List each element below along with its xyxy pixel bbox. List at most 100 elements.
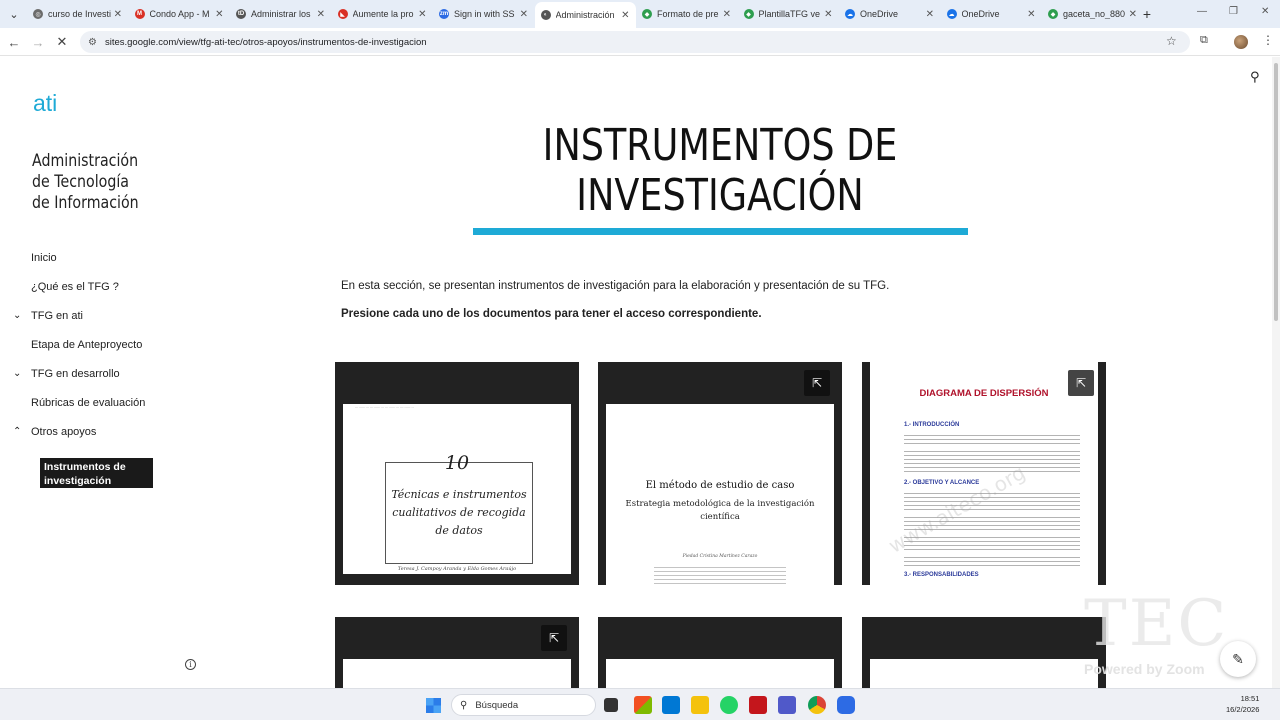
browser-tab[interactable]: ◆ gaceta_no_880 ✕ (1042, 3, 1143, 25)
browser-tab[interactable]: ◆ Formato de pre ✕ (636, 3, 737, 25)
browser-tab[interactable]: M Condo App - M ✕ (129, 3, 230, 25)
tec-watermark: TEC (1084, 587, 1229, 661)
close-tab-icon[interactable]: ✕ (418, 9, 426, 20)
taskbar-search[interactable]: ⚲ Búsqueda (451, 694, 596, 716)
tab-title: OneDrive (860, 9, 899, 19)
new-tab-button[interactable]: + (1137, 4, 1157, 24)
browser-tab[interactable]: ◆ PlantillaTFG ve ✕ (738, 3, 839, 25)
menu-kebab-icon[interactable]: ⋮ (1262, 33, 1274, 47)
document-author: Piedad Cristina Martínez Carazo (682, 554, 758, 559)
extensions-icon[interactable]: ⧉ (1200, 34, 1208, 47)
bookmark-star-icon[interactable]: ☆ (1166, 34, 1177, 48)
tab-title: PlantillaTFG ve (758, 9, 821, 19)
scrollbar-thumb[interactable] (1274, 63, 1278, 321)
clock-time: 18:51 (1240, 694, 1260, 703)
close-tab-icon[interactable]: ✕ (114, 9, 122, 20)
nav-item-rubricas[interactable]: Rúbricas de evaluación (31, 397, 145, 409)
tab-title: Formato de pre (657, 9, 719, 19)
close-tab-icon[interactable]: ✕ (723, 9, 731, 20)
nav-item-instrumentos-active[interactable]: Instrumentos de investigación (40, 458, 153, 488)
teams-icon[interactable] (778, 696, 796, 714)
minimize-icon[interactable]: — (1197, 6, 1207, 17)
nav-item-anteproyecto[interactable]: Etapa de Anteproyecto (31, 339, 142, 351)
zoom-watermark: Powered by Zoom (1084, 661, 1205, 677)
whatsapp-icon[interactable] (720, 696, 738, 714)
outlook-icon[interactable] (662, 696, 680, 714)
close-tab-icon[interactable]: ✕ (520, 9, 528, 20)
page-title: INSTRUMENTOS DE INVESTIGACIÓN (542, 120, 898, 221)
open-in-new-icon[interactable]: ⇱ (541, 625, 567, 651)
file-explorer-icon[interactable] (691, 696, 709, 714)
document-subtitle: Estrategia metodológica de la investigac… (625, 499, 815, 522)
document-card-tecnicas[interactable]: ………… ………… ………… ………… 10 Técnicas e instru… (335, 362, 579, 585)
info-icon[interactable]: i (185, 659, 196, 670)
browser-tab[interactable]: zm Sign in with SS ✕ (433, 3, 534, 25)
tab-title: OneDrive (961, 9, 1000, 19)
task-view-icon[interactable] (604, 698, 618, 712)
document-title: DIAGRAMA DE DISPERSIÓN (919, 388, 1049, 399)
restore-icon[interactable]: ❐ (1229, 6, 1238, 17)
acrobat-icon[interactable] (749, 696, 767, 714)
site-logo[interactable]: ati (33, 90, 57, 117)
chevron-down-icon[interactable]: ⌄ (13, 310, 21, 321)
document-card-row2-2[interactable] (598, 617, 842, 688)
forward-icon[interactable]: → (29, 33, 47, 51)
windows-start-icon[interactable] (426, 698, 441, 713)
system-clock[interactable]: 18:51 16/2/2026 (1226, 693, 1259, 715)
document-preview (606, 659, 834, 688)
site-info-icon[interactable]: ⚙ (88, 37, 97, 48)
edit-pencil-icon[interactable]: ✎ (1220, 641, 1256, 677)
nav-item-inicio[interactable]: Inicio (31, 252, 57, 264)
browser-tab[interactable]: ☁ OneDrive ✕ (839, 3, 940, 25)
close-window-icon[interactable]: ✕ (1261, 6, 1269, 17)
widgets-icon[interactable] (634, 696, 652, 714)
stop-icon[interactable]: ✕ (53, 33, 71, 51)
browser-tab[interactable]: tD Administrar los ✕ (230, 3, 331, 25)
document-card-estudio-caso[interactable]: ⇱ El método de estudio de caso Estrategi… (598, 362, 842, 585)
close-tab-icon[interactable]: ✕ (1027, 9, 1035, 20)
tab-title: Aumente la pro (352, 9, 414, 19)
open-in-new-icon[interactable]: ⇱ (1068, 370, 1094, 396)
tab-search-icon[interactable]: ⌄ (4, 4, 24, 24)
chevron-down-icon[interactable]: ⌄ (13, 368, 21, 379)
document-card-row2-3[interactable] (862, 617, 1106, 688)
document-preview: ………… ………… ………… ………… 10 Técnicas e instru… (343, 404, 571, 574)
intro-text: En esta sección, se presentan instrument… (341, 280, 890, 292)
document-card-row2-1[interactable]: ⇱ (335, 617, 579, 688)
close-tab-icon[interactable]: ✕ (1129, 9, 1137, 20)
tab-title: Administración (555, 10, 615, 20)
close-tab-icon[interactable]: ✕ (926, 9, 934, 20)
tab-favicon-icon: tD (236, 9, 246, 19)
page-scrollbar[interactable] (1272, 57, 1280, 688)
browser-tab[interactable]: ◎ curso de Investi ✕ (27, 3, 128, 25)
url-text: sites.google.com/view/tfg-ati-tec/otros-… (104, 36, 427, 48)
browser-tab[interactable]: ◐ Administración ✕ (534, 2, 636, 28)
search-icon[interactable]: ⚲ (1250, 69, 1260, 85)
body-text-lines (904, 448, 1080, 472)
close-tab-icon[interactable]: ✕ (621, 10, 629, 21)
tab-favicon-icon: ☁ (845, 9, 855, 19)
address-bar[interactable]: ⚙ sites.google.com/view/tfg-ati-tec/otro… (80, 31, 1190, 53)
close-tab-icon[interactable]: ✕ (317, 9, 325, 20)
nav-item-otros-apoyos[interactable]: Otros apoyos (31, 426, 96, 438)
close-tab-icon[interactable]: ✕ (215, 9, 223, 20)
chrome-icon[interactable] (808, 696, 826, 714)
close-tab-icon[interactable]: ✕ (824, 9, 832, 20)
nav-item-que-es-tfg[interactable]: ¿Qué es el TFG ? (31, 281, 119, 293)
open-in-new-icon[interactable]: ⇱ (804, 370, 830, 396)
browser-tab[interactable]: ☁ OneDrive ✕ (941, 3, 1042, 25)
profile-avatar[interactable] (1234, 35, 1248, 49)
back-icon[interactable]: ← (5, 33, 23, 51)
site-title[interactable]: Administración de Tecnología de Informac… (32, 150, 144, 213)
nav-item-tfg-en-ati[interactable]: TFG en ati (31, 310, 83, 322)
browser-tab[interactable]: ◣ Aumente la pro ✕ (332, 3, 433, 25)
document-preview: El método de estudio de caso Estrategia … (606, 404, 834, 585)
chevron-up-icon[interactable]: ⌃ (13, 426, 21, 437)
section-heading: 2.- OBJETIVO Y ALCANCE (904, 480, 980, 486)
tab-title: gaceta_no_880 (1063, 9, 1126, 19)
search-icon: ⚲ (460, 699, 468, 711)
zoom-icon[interactable] (837, 696, 855, 714)
document-title: El método de estudio de caso (645, 480, 795, 491)
nav-item-tfg-desarrollo[interactable]: TFG en desarrollo (31, 368, 120, 380)
tab-title: Administrar los (251, 9, 311, 19)
